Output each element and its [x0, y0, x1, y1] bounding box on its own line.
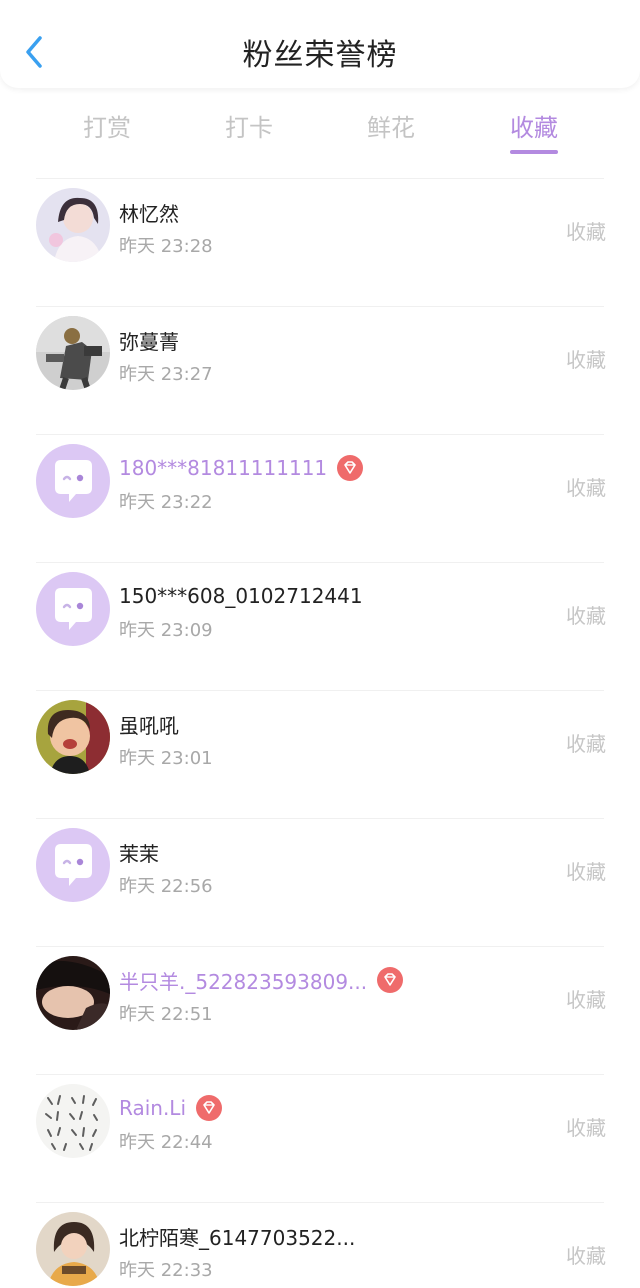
row-divider	[36, 562, 604, 563]
favorite-action-label: 收藏	[566, 732, 606, 756]
fan-name-line: 虽吼吼	[119, 710, 179, 738]
tab-label: 鲜花	[367, 114, 415, 142]
fan-name-line: 弥蔓菁	[119, 326, 179, 354]
fan-name: 弥蔓菁	[119, 329, 179, 354]
favorite-action-label: 收藏	[566, 1116, 606, 1140]
avatar[interactable]	[36, 1084, 110, 1158]
fan-name-line: 半只羊._522823593809...	[119, 966, 404, 994]
fan-name: Rain.Li	[119, 1096, 187, 1120]
row-divider	[36, 690, 604, 691]
top-bar: 粉丝荣誉榜	[0, 0, 640, 88]
fan-name: 180***81811111111	[119, 456, 328, 480]
default-avatar-icon[interactable]	[36, 444, 110, 518]
row-divider	[36, 1202, 604, 1203]
tab-reward[interactable]: 打赏	[52, 108, 162, 143]
avatar[interactable]	[36, 956, 110, 1030]
vip-diamond-icon	[196, 1095, 223, 1121]
fan-name-line: Rain.Li	[119, 1094, 223, 1122]
fan-list-item[interactable]: 150***608_0102712441 昨天 23:09 收藏	[0, 562, 640, 690]
fan-list-item[interactable]: 半只羊._522823593809... 昨天 22:51 收藏	[0, 946, 640, 1074]
avatar[interactable]	[36, 188, 110, 262]
fan-name: 茉茉	[119, 841, 159, 866]
avatar[interactable]	[36, 1212, 110, 1286]
tab-label: 打卡	[225, 114, 273, 142]
favorite-action-label: 收藏	[566, 1244, 606, 1268]
fan-time: 昨天 23:09	[119, 620, 213, 641]
fan-time: 昨天 22:33	[119, 1260, 213, 1281]
tab-label: 打赏	[83, 114, 131, 142]
vip-diamond-icon	[337, 455, 364, 481]
fan-name-line: 茉茉	[119, 838, 159, 866]
fan-time: 昨天 22:56	[119, 876, 213, 897]
tab-checkin[interactable]: 打卡	[194, 108, 304, 143]
fan-list-item[interactable]: 虽吼吼昨天 23:01 收藏	[0, 690, 640, 818]
fan-time: 昨天 23:28	[119, 236, 213, 257]
favorite-action-label: 收藏	[566, 476, 606, 500]
favorite-action-label: 收藏	[566, 348, 606, 372]
favorite-action-label: 收藏	[566, 604, 606, 628]
fan-list: 林忆然 昨天 23:28 收藏 弥蔓菁 昨天 23:27 收藏 180***81811111…	[0, 178, 640, 1288]
page-title: 粉丝荣誉榜	[242, 38, 398, 73]
default-avatar-icon[interactable]	[36, 828, 110, 902]
favorite-action-label: 收藏	[566, 220, 606, 244]
fan-list-item[interactable]: 180***81811111111 昨天 23:22 收藏	[0, 434, 640, 562]
row-divider	[36, 306, 604, 307]
fan-name: 北柠陌寒_6147703522...	[119, 1225, 356, 1250]
tab-flowers[interactable]: 鲜花	[336, 108, 446, 143]
fan-name-line: 北柠陌寒_6147703522...	[119, 1222, 355, 1250]
fan-list-item[interactable]: 茉茉昨天 22:56 收藏	[0, 818, 640, 946]
fan-time: 昨天 23:01	[119, 748, 213, 769]
tab-bar: 打赏 打卡 鲜花 收藏	[0, 100, 640, 160]
tab-label: 收藏	[510, 114, 558, 142]
fan-time: 昨天 22:44	[119, 1132, 213, 1153]
fan-name-line: 林忆然	[119, 198, 179, 226]
fan-name-line: 180***81811111111	[119, 454, 364, 482]
fan-time: 昨天 23:22	[119, 492, 213, 513]
row-divider	[36, 434, 604, 435]
fan-list-item[interactable]: Rain.Li 昨天 22:44 收藏	[0, 1074, 640, 1202]
fan-list-item[interactable]: 林忆然昨天 23:28 收藏	[0, 178, 640, 306]
fan-list-item[interactable]: 北柠陌寒_6147703522... 昨天 22:33 收藏	[0, 1202, 640, 1288]
vip-diamond-icon	[377, 967, 404, 993]
fan-name: 150***608_0102712441	[119, 584, 363, 608]
avatar[interactable]	[36, 316, 110, 390]
default-avatar-icon[interactable]	[36, 572, 110, 646]
fan-time: 昨天 22:51	[119, 1004, 213, 1025]
fan-time: 昨天 23:27	[119, 364, 213, 385]
fan-name: 林忆然	[119, 201, 179, 226]
active-tab-indicator	[510, 150, 558, 154]
fan-list-item[interactable]: 弥蔓菁昨天 23:27 收藏	[0, 306, 640, 434]
fan-name: 虽吼吼	[119, 713, 179, 738]
favorite-action-label: 收藏	[566, 860, 606, 884]
tab-favorites[interactable]: 收藏	[479, 108, 589, 154]
row-divider	[36, 946, 604, 947]
row-divider	[36, 178, 604, 179]
favorite-action-label: 收藏	[566, 988, 606, 1012]
row-divider	[36, 1074, 604, 1075]
fan-name-line: 150***608_0102712441	[119, 582, 363, 610]
avatar[interactable]	[36, 700, 110, 774]
row-divider	[36, 818, 604, 819]
fan-name: 半只羊._522823593809...	[119, 969, 368, 994]
